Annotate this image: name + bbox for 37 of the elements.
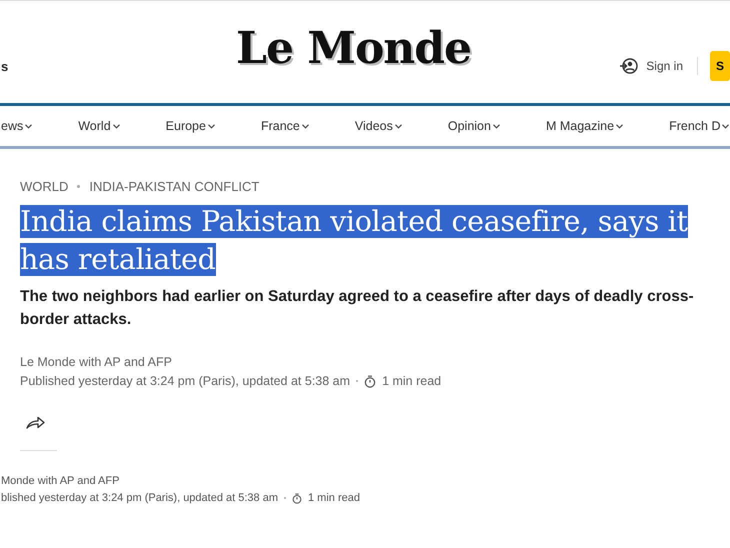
nav-menu-item[interactable]: Videos (354, 119, 402, 133)
byline: Monde with AP and AFP (1, 475, 120, 487)
separator-dot (77, 185, 80, 188)
breadcrumb-link[interactable]: WORLD (20, 179, 68, 194)
article-headline: India claims Pakistan violated ceasefire, says it has retaliated (20, 204, 689, 278)
nav-menu-item[interactable]: Opinion (448, 119, 500, 133)
caret-icon (616, 124, 624, 128)
caret-icon (25, 124, 32, 128)
nav-menu-item[interactable]: Europe (166, 119, 215, 133)
subscribe-button[interactable]: S (710, 51, 730, 81)
article-subtitle: The two neighbors had earlier on Saturday agreed to a ceasefire after days of deadly cross-border attacks. (20, 287, 695, 330)
caret-icon (722, 124, 730, 128)
nav-menu-item[interactable]: World (78, 119, 120, 133)
publish-date: blished yesterday at 3:24 pm (Paris), updated at 5:38 am (1, 492, 278, 504)
publish-date: Published yesterday at 3:24 pm (Paris), updated at 5:38 am (20, 374, 350, 388)
nav-menu-item[interactable]: France (260, 119, 309, 133)
timer-icon (292, 492, 302, 504)
caret-icon (112, 124, 120, 128)
read-time: 1 min read (308, 492, 360, 504)
sign-in-icon[interactable] (620, 58, 638, 74)
logo[interactable]: Le Monde (236, 23, 472, 74)
read-time: 1 min read (382, 374, 442, 388)
sign-in-link[interactable]: Sign in (646, 59, 683, 73)
header-link[interactable]: s (1, 59, 8, 74)
separator-dot (284, 497, 286, 499)
share-icon[interactable] (26, 414, 46, 430)
nav-menu-item[interactable]: French D (669, 119, 730, 133)
nav-menu-item[interactable]: ews (1, 119, 32, 133)
caret-icon (302, 124, 309, 128)
caret-icon (208, 124, 215, 128)
caret-icon (394, 124, 402, 128)
byline: Le Monde with AP and AFP (20, 355, 173, 369)
timer-icon (364, 374, 376, 388)
separator-dot (356, 380, 358, 382)
nav-menu-item[interactable]: M Magazine (546, 119, 624, 133)
caret-icon (492, 124, 500, 128)
breadcrumb-link[interactable]: INDIA-PAKISTAN CONFLICT (89, 179, 260, 194)
